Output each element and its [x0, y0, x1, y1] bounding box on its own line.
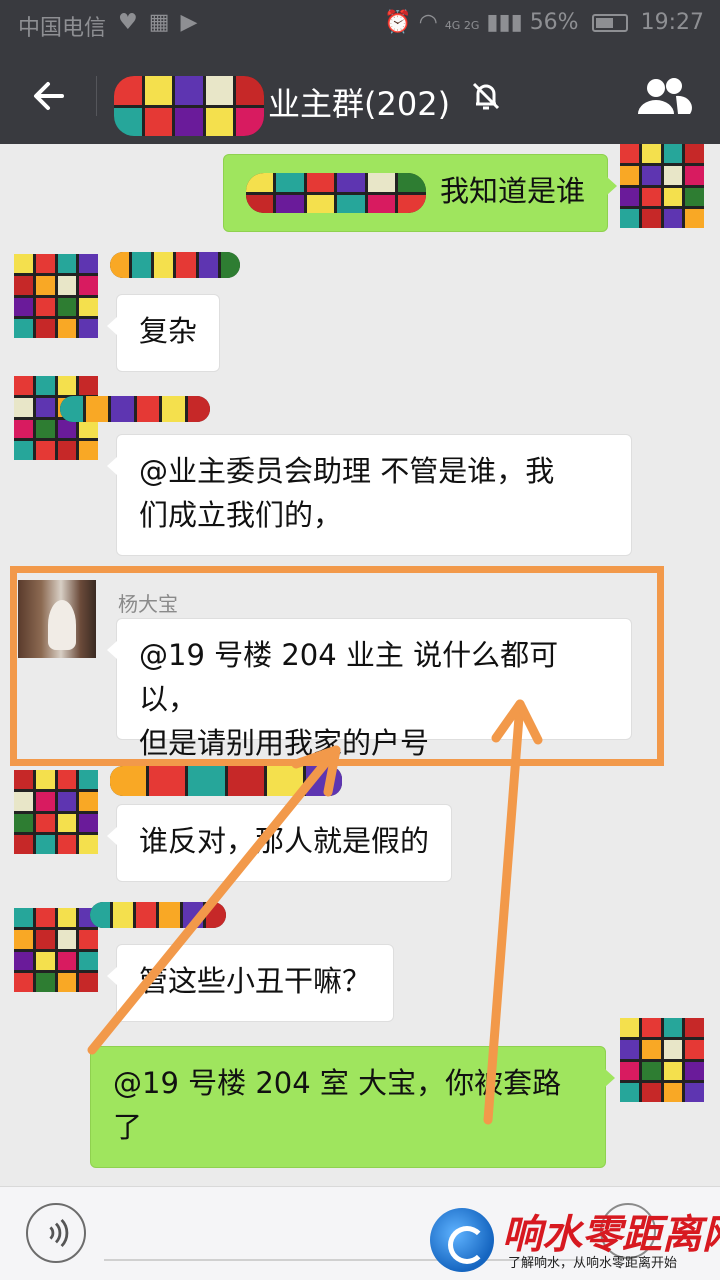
- sender-name-redacted: [60, 396, 210, 422]
- message-bubble[interactable]: 管这些小丑干嘛？: [106, 944, 395, 1022]
- message-text: 管这些小丑干嘛？: [139, 964, 372, 998]
- notification-icons: ♥ ▦ ▶: [118, 10, 200, 35]
- message-text: 复杂: [139, 314, 198, 348]
- voice-icon: [49, 1218, 69, 1248]
- sender-name-redacted: [110, 252, 240, 278]
- message-text: 我知道是谁: [439, 174, 585, 208]
- carrier-label: 中国电信: [18, 16, 107, 41]
- clock: 19:27: [640, 10, 704, 35]
- message-text: @19 号楼 204 室 大宝，你被套路: [113, 1066, 562, 1100]
- group-members-icon[interactable]: [636, 74, 692, 118]
- highlight-box: [10, 566, 664, 766]
- avatar-member[interactable]: [14, 770, 98, 854]
- redacted-mention: [245, 173, 426, 213]
- signal-label: 4G 2G: [444, 19, 480, 32]
- status-right: ⏰ ◠ 4G 2G ▮▮▮ 56% 19:27: [384, 10, 704, 35]
- header-divider: [96, 76, 97, 116]
- message-text: @业主委员会助理 不管是谁，我: [139, 454, 555, 488]
- alarm-icon: ⏰: [384, 10, 412, 35]
- battery-icon: [591, 14, 628, 32]
- message-bubble[interactable]: @业主委员会助理 不管是谁，我 们成立我们的，: [107, 434, 632, 556]
- watermark-subtitle: 了解响水，从响水零距离开始: [508, 1256, 678, 1271]
- message-bubble-self[interactable]: @19 号楼 204 室 大宝，你被套路 了: [90, 1046, 615, 1168]
- message-text-line2: 了: [113, 1110, 143, 1144]
- chat-title-text: 业主群(202): [268, 85, 451, 123]
- message-bubble[interactable]: 复杂: [106, 294, 221, 372]
- chat-title: 业主群(202): [114, 76, 450, 136]
- title-bar: 业主群(202): [0, 48, 720, 144]
- signal-icon: ▮▮▮: [486, 10, 523, 35]
- watermark-logo-icon: [430, 1208, 494, 1272]
- voice-input-button[interactable]: [26, 1203, 86, 1263]
- battery-percent: 56%: [529, 10, 579, 35]
- sender-name-redacted: [110, 766, 342, 796]
- avatar-member[interactable]: [14, 908, 98, 992]
- avatar-self[interactable]: [620, 144, 704, 228]
- back-arrow-icon[interactable]: [28, 74, 72, 118]
- message-text-line2: 们成立我们的，: [139, 498, 343, 532]
- message-text: 谁反对，那人就是假的: [139, 824, 430, 858]
- chat-area[interactable]: 我知道是谁 复杂 @业主委员会助理 不管是谁，我 们成立我们的， 杨大宝 @19…: [0, 144, 720, 1186]
- status-bar: 中国电信 ♥ ▦ ▶ ⏰ ◠ 4G 2G ▮▮▮ 56% 19:27: [0, 0, 720, 48]
- wifi-icon: ◠: [418, 10, 438, 35]
- avatar-member[interactable]: [14, 254, 98, 338]
- mute-bell-icon: [472, 82, 500, 110]
- sender-name-redacted: [90, 902, 226, 928]
- message-bubble[interactable]: 谁反对，那人就是假的: [106, 804, 453, 882]
- message-bubble-self[interactable]: 我知道是谁: [222, 154, 618, 232]
- avatar-self[interactable]: [620, 1018, 704, 1102]
- watermark: 响水零距离网 了解响水，从响水零距离开始: [430, 1200, 720, 1280]
- title-redaction: [114, 76, 264, 136]
